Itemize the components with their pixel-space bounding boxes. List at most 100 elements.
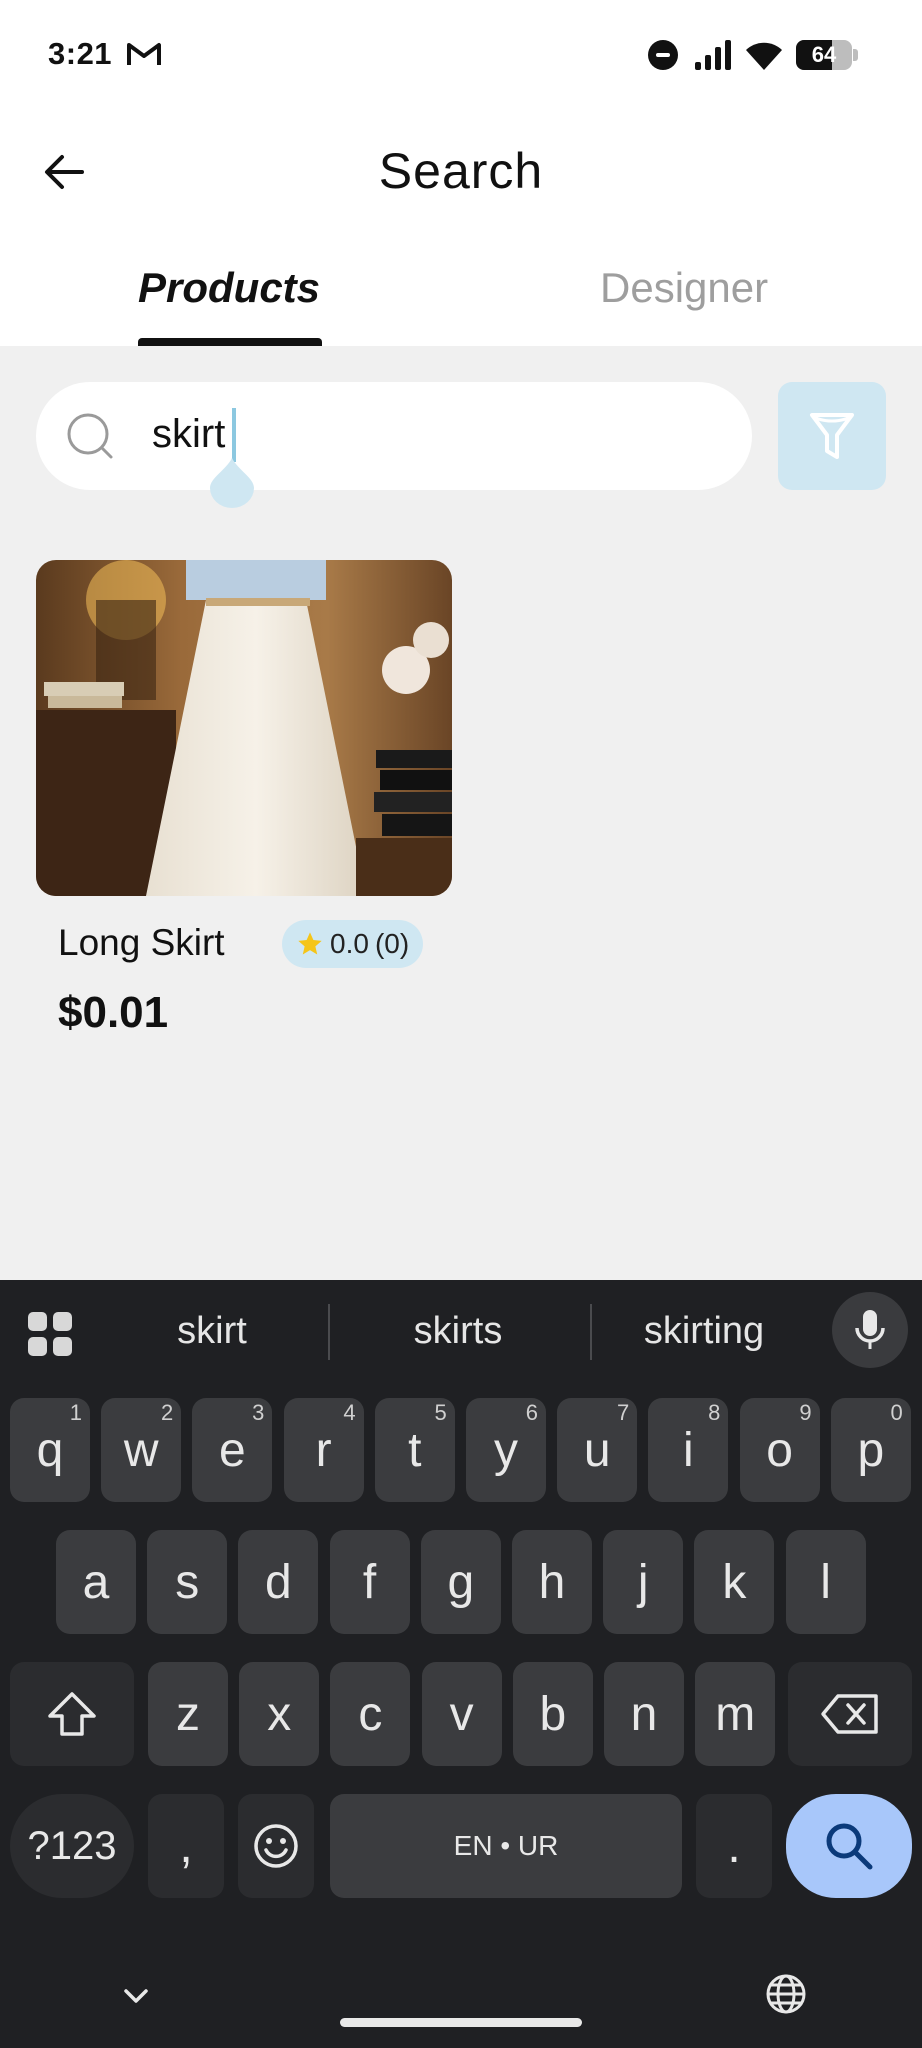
backspace-key[interactable] [788, 1662, 912, 1766]
key-w[interactable]: w2 [101, 1398, 182, 1502]
key-t[interactable]: t5 [374, 1398, 455, 1502]
key-q-hint: 1 [69, 1400, 82, 1425]
star-icon [298, 932, 322, 955]
gmail-icon [127, 43, 161, 65]
key-n-label: n [630, 1687, 658, 1741]
search-icon [67, 413, 113, 459]
symbols-key[interactable]: ?123 [10, 1794, 134, 1898]
key-j[interactable]: j [603, 1530, 684, 1634]
key-t-hint: 5 [434, 1400, 447, 1425]
key-p[interactable]: p0 [830, 1398, 911, 1502]
space-key-label: EN • UR [453, 1830, 559, 1861]
key-e[interactable]: e3 [192, 1398, 273, 1502]
product-name: Long Skirt [58, 922, 225, 963]
rating-badge: 0.0 (0) [282, 920, 424, 968]
key-v[interactable]: v [421, 1662, 502, 1766]
search-input[interactable]: skirt [36, 382, 752, 490]
suggestion-1[interactable]: skirt [112, 1310, 312, 1353]
key-b[interactable]: b [512, 1662, 593, 1766]
shift-key[interactable] [10, 1662, 134, 1766]
key-l-label: l [820, 1555, 831, 1609]
home-indicator[interactable] [340, 2018, 582, 2027]
key-t-label: t [408, 1423, 422, 1477]
key-o-label: o [766, 1423, 793, 1477]
key-s[interactable]: s [147, 1530, 228, 1634]
key-r-label: r [315, 1423, 332, 1477]
space-key[interactable]: EN • UR [330, 1794, 682, 1898]
tab-designer[interactable]: Designer [600, 264, 768, 312]
key-u[interactable]: u7 [557, 1398, 638, 1502]
key-e-hint: 3 [252, 1400, 265, 1425]
key-w-label: w [123, 1423, 159, 1477]
key-u-hint: 7 [616, 1400, 630, 1425]
suggestion-divider [590, 1304, 592, 1360]
search-key[interactable] [786, 1794, 912, 1898]
key-i[interactable]: i8 [648, 1398, 729, 1502]
globe-icon[interactable] [764, 1972, 808, 2016]
key-x[interactable]: x [239, 1662, 320, 1766]
key-o-hint: 9 [799, 1400, 812, 1425]
filter-icon [810, 413, 854, 459]
key-w-hint: 2 [160, 1400, 174, 1425]
key-o[interactable]: o9 [739, 1398, 820, 1502]
wifi-icon [746, 42, 782, 70]
key-z-label: z [176, 1687, 200, 1741]
product-image[interactable] [36, 560, 452, 896]
key-y[interactable]: y6 [466, 1398, 546, 1502]
active-tab-indicator [138, 338, 322, 346]
tab-products[interactable]: Products [138, 264, 320, 312]
apps-grid-icon[interactable] [24, 1308, 76, 1360]
navigation-row [0, 1960, 922, 2048]
product-price: $0.01 [58, 988, 169, 1037]
key-n[interactable]: n [604, 1662, 684, 1766]
key-d[interactable]: d [238, 1530, 319, 1634]
key-r[interactable]: r4 [283, 1398, 364, 1502]
do-not-disturb-icon [648, 40, 678, 70]
key-k-label: k [722, 1555, 747, 1609]
filter-button[interactable] [778, 382, 886, 490]
microphone-icon [855, 1310, 885, 1349]
key-y-label: y [494, 1423, 518, 1477]
review-count: (0) [374, 928, 410, 959]
key-f[interactable]: f [329, 1530, 410, 1634]
key-v-label: v [449, 1687, 474, 1741]
key-u-label: u [583, 1423, 611, 1477]
voice-input-button[interactable] [832, 1292, 908, 1368]
key-c[interactable]: c [330, 1662, 411, 1766]
status-bar: 3:21 64 [0, 0, 922, 112]
shift-icon [48, 1692, 96, 1736]
key-y-hint: 6 [525, 1400, 538, 1425]
key-g[interactable]: g [420, 1530, 501, 1634]
key-q-label: q [36, 1423, 64, 1477]
key-a-label: a [82, 1555, 110, 1609]
emoji-icon [254, 1824, 298, 1868]
key-i-hint: 8 [708, 1400, 721, 1425]
key-a[interactable]: a [56, 1530, 136, 1634]
product-card[interactable]: Long Skirt 0.0 (0) $0.01 [36, 560, 452, 1037]
text-cursor [232, 408, 236, 462]
key-p-label: p [857, 1423, 885, 1477]
suggestion-2[interactable]: skirts [348, 1310, 568, 1353]
chevron-down-icon[interactable] [116, 1976, 156, 2016]
period-key[interactable]: . [696, 1794, 772, 1898]
key-z[interactable]: z [148, 1662, 228, 1766]
key-x-label: x [267, 1687, 292, 1741]
app-header: Search [0, 112, 922, 244]
key-q[interactable]: q1 [10, 1398, 90, 1502]
key-k[interactable]: k [694, 1530, 775, 1634]
key-s-label: s [175, 1555, 200, 1609]
key-h[interactable]: h [512, 1530, 592, 1634]
signal-icon [695, 40, 731, 70]
key-d-label: d [265, 1555, 292, 1609]
emoji-key[interactable] [238, 1794, 314, 1898]
key-m[interactable]: m [695, 1662, 776, 1766]
comma-key[interactable]: , [148, 1794, 224, 1898]
suggestion-bar: skirt skirts skirting [0, 1280, 922, 1384]
key-i-label: i [683, 1423, 694, 1477]
key-l[interactable]: l [785, 1530, 866, 1634]
key-b-label: b [539, 1687, 567, 1741]
suggestion-3[interactable]: skirting [594, 1310, 814, 1353]
cursor-handle-icon[interactable] [208, 456, 256, 508]
battery-icon: 64 [796, 40, 858, 70]
key-h-label: h [538, 1555, 566, 1609]
